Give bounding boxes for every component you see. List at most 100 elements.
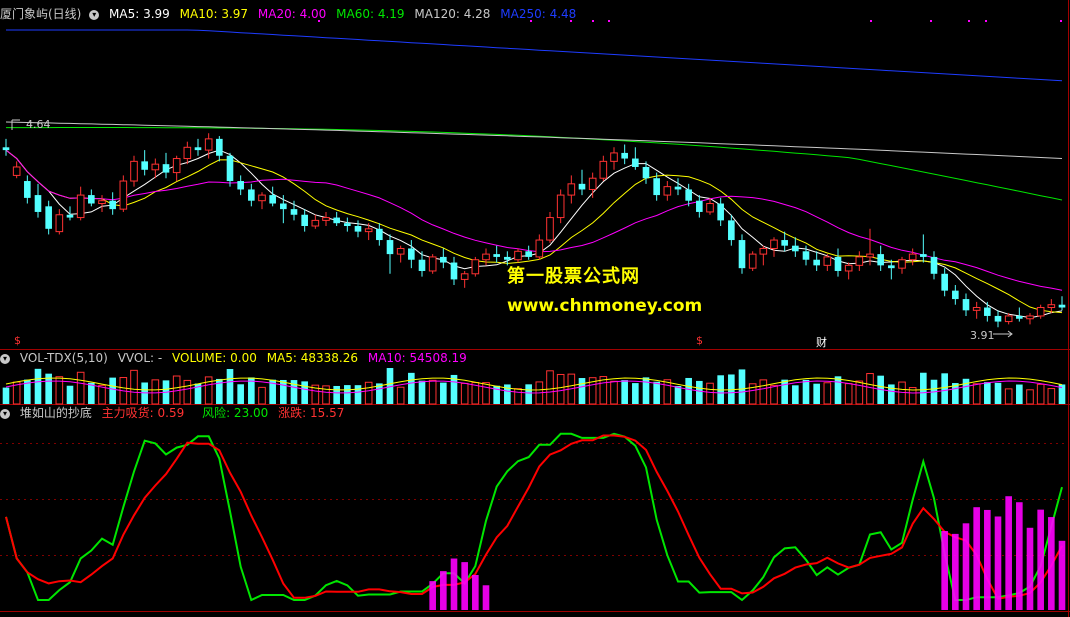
volume-bar: [984, 382, 991, 404]
main-flow-bar: [1005, 496, 1012, 610]
volume-bar: [109, 377, 116, 404]
candle-body: [141, 161, 148, 170]
volume-bar: [632, 383, 639, 404]
main-flow-bar: [450, 558, 458, 610]
low-price-marker: 3.91: [970, 329, 1013, 342]
volume-bar: [226, 369, 234, 404]
chevron-down-icon[interactable]: ▾: [89, 9, 100, 20]
volume-bar: [556, 373, 565, 405]
volume-bar: [972, 383, 981, 405]
volume-bar: [1016, 384, 1023, 404]
candle-body: [386, 240, 394, 255]
indicator-series: [5, 432, 1066, 610]
main-flow-bar: [962, 523, 970, 610]
candle-body: [194, 147, 202, 151]
candle-body: [738, 240, 746, 269]
volume-bar: [2, 387, 10, 404]
candle-body: [204, 138, 213, 151]
candle-body: [610, 152, 618, 162]
volume-bar: [920, 372, 927, 404]
volume-bar: [525, 384, 532, 404]
candle-body: [653, 178, 660, 196]
candle-body: [482, 253, 490, 261]
volume-indicator-name[interactable]: VOL-TDX(5,10): [20, 351, 108, 365]
candle-body: [290, 209, 298, 215]
ma250-line: [6, 29, 1063, 82]
candle-body: [813, 259, 820, 266]
main-flow-bar: [1037, 509, 1044, 610]
candle-body: [162, 164, 170, 173]
ma5-value: MA5: 3.99: [109, 7, 170, 21]
vvol-value: VVOL: -: [117, 351, 163, 365]
candle-body: [301, 214, 308, 226]
chevron-down-icon[interactable]: ▾: [0, 353, 10, 364]
volume-bar: [76, 371, 85, 405]
ma10-value: MA10: 3.97: [179, 7, 249, 21]
price-panel-header: 厦门象屿(日线) ▾ MA5: 3.99 MA10: 3.97 MA20: 4.…: [0, 6, 582, 22]
finance-marker[interactable]: 财: [816, 334, 827, 350]
candle-body: [226, 155, 234, 182]
candle-body: [364, 228, 373, 233]
candle-body: [663, 186, 672, 196]
volume-bar: [855, 380, 864, 405]
volume-bar: [98, 384, 106, 405]
candle-body: [578, 183, 586, 190]
candle-body: [45, 206, 52, 229]
candle-body: [322, 217, 330, 221]
candle-body: [24, 181, 31, 198]
main-flow-bar: [973, 507, 980, 610]
indicator-name[interactable]: 堆如山的抄底: [20, 406, 92, 420]
watermark-url: www.chnmoney.com: [507, 296, 703, 316]
candle-body: [344, 223, 351, 226]
ma250-value: MA250: 4.48: [500, 7, 577, 21]
volume-ma5-value: MA5: 48338.26: [266, 351, 359, 365]
candle-body: [888, 265, 895, 269]
candle-body: [588, 177, 597, 190]
candle-body: [642, 166, 650, 179]
watermark-title: 第一股票公式网: [507, 266, 640, 287]
volume-bar: [301, 381, 308, 404]
candle-body: [802, 251, 810, 260]
candle-body: [621, 152, 628, 159]
ma60-value: MA60: 4.19: [336, 7, 405, 21]
main-flow-bar: [1026, 527, 1034, 610]
candle-body: [354, 226, 362, 232]
event-marker[interactable]: $: [696, 334, 703, 347]
volume-bar: [237, 384, 244, 404]
candle-body: [98, 200, 106, 205]
candle-body: [76, 194, 85, 219]
volume-bar: [514, 388, 522, 405]
volume-bar: [813, 383, 820, 404]
volume-bar: [802, 379, 810, 404]
event-marker[interactable]: $: [14, 334, 21, 347]
volume-bar: [696, 380, 703, 404]
main-flow-bar: [941, 531, 948, 610]
candle-body: [855, 256, 864, 266]
candle-body: [1016, 315, 1023, 319]
candle-body: [258, 194, 266, 202]
stock-title[interactable]: 厦门象屿(日线): [0, 7, 81, 21]
volume-bar: [866, 373, 874, 405]
candle-body: [759, 247, 768, 255]
candle-body: [418, 259, 426, 271]
candle-body: [151, 163, 160, 171]
candle-body: [632, 158, 639, 167]
risk-line: [5, 432, 1063, 602]
main-flow-bar: [461, 562, 468, 610]
volume-bar: [823, 382, 832, 405]
volume-bars: [2, 368, 1066, 405]
chevron-down-icon[interactable]: ▾: [0, 408, 10, 419]
candle-body: [535, 239, 544, 258]
candle-body: [717, 203, 724, 221]
volume-bar: [1047, 388, 1056, 405]
candle-body: [280, 203, 287, 210]
candle-body: [696, 200, 703, 212]
volume-bar: [770, 384, 778, 405]
ma10-line: [5, 149, 1063, 314]
volume-bar: [440, 382, 447, 404]
candle-body: [556, 194, 565, 219]
candle-body: [119, 180, 128, 210]
candle-body: [333, 217, 340, 224]
candle-body: [237, 181, 244, 190]
ma120-value: MA120: 4.28: [414, 7, 491, 21]
